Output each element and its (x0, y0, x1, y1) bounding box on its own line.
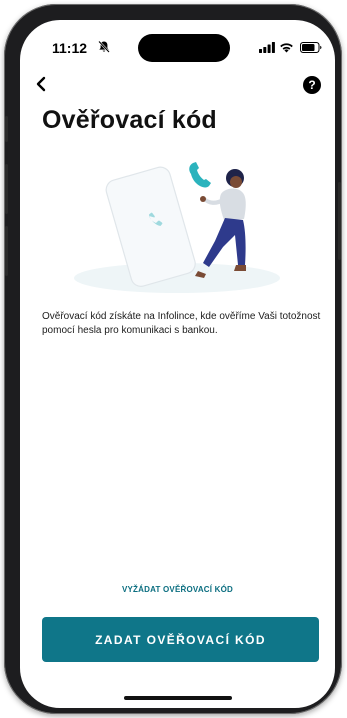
screen: 11:12 ? Ověřovací kód Ověřovací kód získ… (20, 20, 335, 708)
page-title: Ověřovací kód (42, 106, 217, 134)
request-code-link[interactable]: VYŽÁDAT OVĚŘOVACÍ KÓD (20, 585, 335, 594)
home-indicator[interactable] (124, 696, 232, 700)
help-icon: ? (308, 78, 316, 92)
help-button[interactable]: ? (303, 76, 321, 94)
phone-call-illustration (74, 162, 280, 293)
power-button (338, 182, 341, 260)
status-time: 11:12 (52, 40, 88, 56)
bell-slash-icon (98, 40, 110, 53)
back-button[interactable] (32, 72, 52, 96)
dynamic-island (138, 34, 230, 62)
enter-code-button[interactable]: ZADAT OVĚŘOVACÍ KÓD (42, 617, 319, 662)
mute-switch (5, 116, 8, 142)
wifi-icon (280, 43, 293, 53)
battery-icon (300, 42, 322, 53)
status-bar: 11:12 (20, 20, 335, 68)
enter-code-button-label: ZADAT OVĚŘOVACÍ KÓD (95, 632, 266, 647)
volume-down-button (5, 226, 8, 276)
volume-up-button (5, 164, 8, 214)
cellular-signal-icon (259, 42, 275, 53)
phone-frame: 11:12 ? Ověřovací kód Ověřovací kód získ… (4, 4, 342, 714)
description-text: Ověřovací kód získáte na Infolince, kde … (42, 311, 321, 336)
